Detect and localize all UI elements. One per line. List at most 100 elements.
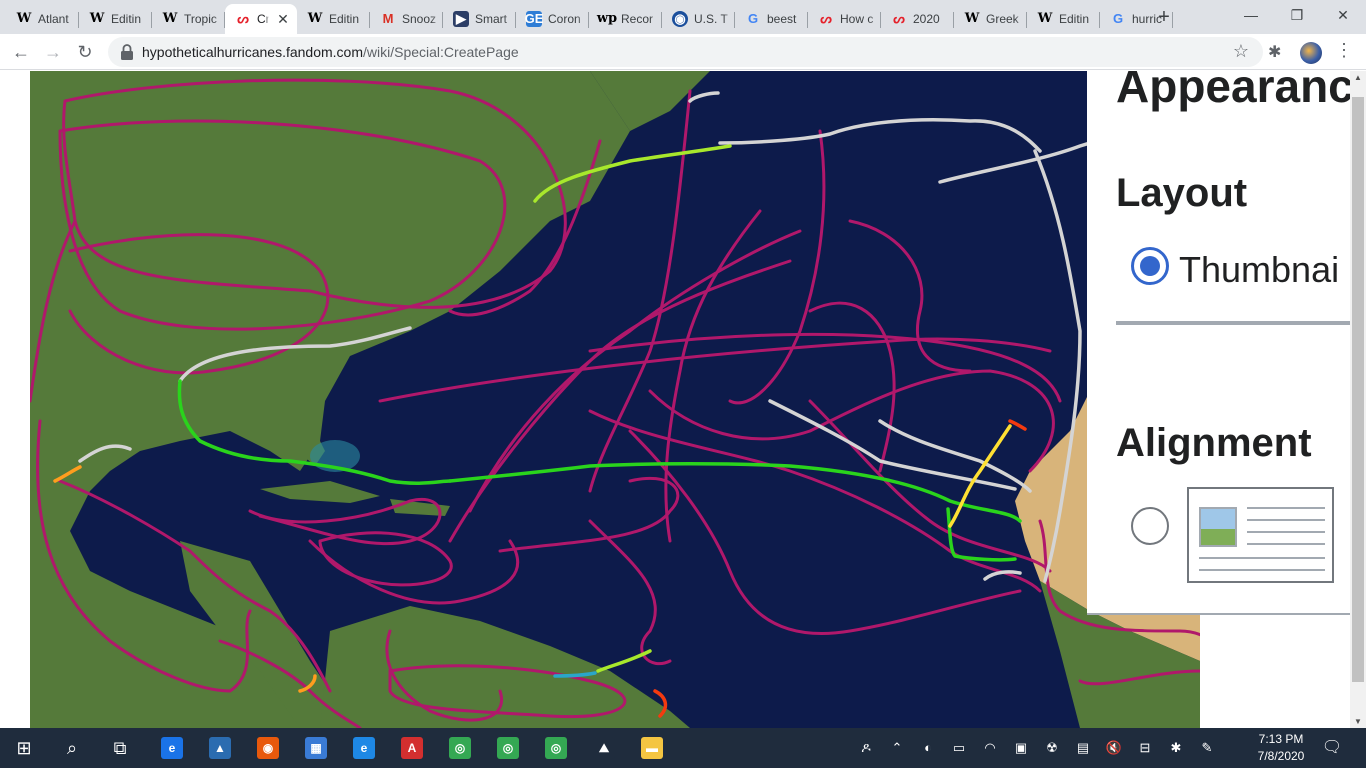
alignment-heading: Alignment [1116, 421, 1312, 465]
alignment-left-radio[interactable] [1131, 507, 1169, 545]
address-bar[interactable]: hypotheticalhurricanes.fandom.com/wiki/S… [108, 37, 1263, 67]
browser-tab[interactable]: W Greek [954, 4, 1027, 34]
browser-tab[interactable]: GE Coron [516, 4, 589, 34]
wifi-icon[interactable]: ◠ [980, 738, 1000, 758]
chrome-button[interactable]: ◎ [436, 728, 484, 768]
text-line [1199, 557, 1325, 559]
noaa-icon: ◉ [672, 11, 688, 27]
app-tray-icon[interactable]: ☢ [1042, 738, 1062, 758]
text-line [1199, 569, 1325, 571]
firefox-button[interactable]: ◉ [244, 728, 292, 768]
network-icon[interactable]: ▣ [1011, 738, 1031, 758]
text-line [1247, 543, 1325, 545]
image-options-panel: Appearanc Layout Thumbnai Alignment [1087, 71, 1350, 615]
google-icon: G [1112, 11, 1124, 26]
scroll-down-arrow-icon[interactable]: ▼ [1354, 717, 1362, 726]
browser-tab[interactable]: W Editin [1027, 4, 1100, 34]
url-host: hypotheticalhurricanes.fandom.com [142, 44, 364, 60]
washington-post-icon: wp [596, 11, 618, 26]
browser-tab[interactable]: ᔕ 2020 [881, 4, 954, 34]
browser-tab[interactable]: ᔕ How c [808, 4, 881, 34]
browser-tab[interactable]: M Snooz [370, 4, 443, 34]
close-tab-icon[interactable]: ✕ [275, 11, 291, 28]
tab-title: Smart [475, 12, 508, 26]
chrome-app-icon: ◎ [545, 737, 567, 759]
tab-title: 2020 [913, 12, 940, 26]
page-scrollbar[interactable]: ▲ ▼ [1350, 71, 1366, 728]
start-button[interactable]: ⊞ [0, 728, 48, 768]
people-icon[interactable]: ዶ [856, 738, 876, 758]
file-explorer-button[interactable]: ▬ [628, 728, 676, 768]
hypothetical-hurricanes-icon: ᔕ [237, 11, 249, 26]
new-tab-button[interactable]: + [1152, 6, 1176, 30]
photos-button[interactable]: ▲ [196, 728, 244, 768]
tab-title: How c [840, 12, 874, 26]
tab-title: Tropic [184, 12, 217, 26]
browser-tab[interactable]: ◉ U.S. T [662, 4, 735, 34]
acrobat-button[interactable]: A [388, 728, 436, 768]
tab-title: Editin [111, 12, 142, 26]
scroll-thumb[interactable] [1352, 97, 1364, 682]
battery-icon[interactable]: ▭ [949, 738, 969, 758]
page-content: Appearanc Layout Thumbnai Alignment [0, 71, 1350, 728]
edge-button[interactable]: e [148, 728, 196, 768]
bookmark-star-icon[interactable]: ☆ [1233, 41, 1249, 62]
clock-time[interactable]: 7:13 PM [1256, 732, 1306, 746]
skype-icon[interactable]: ◐ [918, 738, 938, 758]
gmail-icon: M [382, 11, 394, 26]
profile-avatar[interactable] [1300, 42, 1322, 64]
browser-tab[interactable]: ▶ Smart [443, 4, 516, 34]
chrome-icon: ◎ [449, 737, 471, 759]
file-explorer-icon: ▬ [641, 737, 663, 759]
search-button[interactable]: ⌕ [48, 728, 96, 768]
internet-explorer-button[interactable]: e [340, 728, 388, 768]
tab-title: Coron [548, 12, 581, 26]
thumbnail-label[interactable]: Thumbnai [1179, 249, 1339, 291]
pen-icon[interactable]: ✎ [1197, 738, 1217, 758]
tab-title: Recor [621, 12, 654, 26]
thumbnail-radio[interactable] [1131, 247, 1169, 285]
text-line [1247, 519, 1325, 521]
show-hidden-icons-chevron-icon[interactable]: ⌃ [887, 738, 907, 758]
tab-title: Cr [257, 12, 269, 26]
store-button[interactable]: ▦ [292, 728, 340, 768]
task-view-icon: ⧉ [113, 737, 127, 758]
browser-tab[interactable]: wp Recor [589, 4, 662, 34]
browser-tab[interactable]: W Editin [79, 4, 152, 34]
browser-menu-icon[interactable]: ⋮ [1334, 40, 1354, 61]
chrome-profile-icon: ◎ [497, 737, 519, 759]
scroll-up-arrow-icon[interactable]: ▲ [1354, 73, 1362, 82]
browser-tab[interactable]: Gbeest [735, 4, 808, 34]
minimize-button[interactable]: — [1228, 0, 1274, 30]
notification-center-icon[interactable]: 🗨 [1320, 737, 1344, 759]
chrome-profile-button[interactable]: ◎ [484, 728, 532, 768]
acrobat-icon: A [401, 737, 423, 759]
tab-title: Snooz [402, 12, 437, 26]
teams-icon[interactable]: ▤ [1073, 738, 1093, 758]
mountain-app-button[interactable]: ⛰ [580, 728, 628, 768]
back-button[interactable]: ← [8, 39, 34, 65]
tablet-icon[interactable]: ⊟ [1135, 738, 1155, 758]
reload-button[interactable]: ↻ [72, 39, 98, 65]
alignment-left-preview-icon[interactable] [1187, 487, 1334, 583]
task-view-button[interactable]: ⧉ [96, 728, 144, 768]
browser-tab[interactable]: W Editin [297, 4, 370, 34]
browser-tab[interactable]: W Atlant [6, 4, 79, 34]
wikipedia-icon: W [162, 11, 178, 26]
hurricane-track-map [30, 71, 1200, 728]
tab-title: Editin [329, 12, 360, 26]
extensions-icon[interactable]: ✱ [1268, 42, 1281, 62]
tab-title: Editin [1059, 12, 1090, 26]
close-window-button[interactable]: ✕ [1320, 0, 1366, 30]
tab-title: Atlant [38, 12, 69, 26]
browser-tab[interactable]: ᔕ Cr ✕ [225, 4, 297, 34]
wikipedia-icon: W [964, 11, 980, 26]
chrome-app-button[interactable]: ◎ [532, 728, 580, 768]
restore-button[interactable]: ❐ [1274, 0, 1320, 30]
browser-tab[interactable]: W Tropic [152, 4, 225, 34]
forward-button[interactable]: → [40, 39, 66, 65]
bluetooth-icon[interactable]: ✱ [1166, 738, 1186, 758]
clock-date[interactable]: 7/8/2020 [1256, 749, 1306, 763]
volume-muted-icon[interactable]: 🔇 [1104, 738, 1124, 758]
text-line [1247, 531, 1325, 533]
